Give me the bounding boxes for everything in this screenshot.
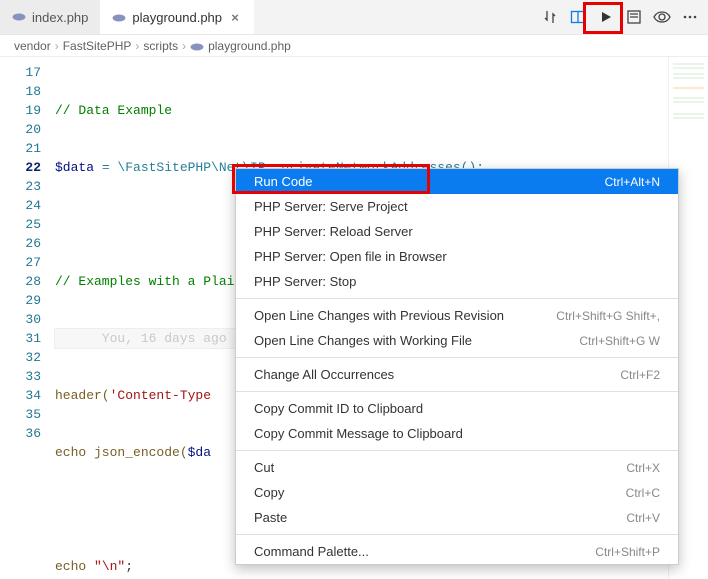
line-number: 17: [0, 63, 41, 82]
open-preview-button[interactable]: [622, 5, 646, 29]
menu-item-label: PHP Server: Stop: [254, 274, 356, 289]
menu-item[interactable]: Command Palette... Ctrl+Shift+P: [236, 539, 678, 564]
menu-item[interactable]: Open Line Changes with Working File Ctrl+…: [236, 328, 678, 353]
menu-item[interactable]: Cut Ctrl+X: [236, 455, 678, 480]
menu-item-label: Open Line Changes with Previous Revision: [254, 308, 504, 323]
compare-changes-button[interactable]: [538, 5, 562, 29]
tab-playground-php[interactable]: playground.php ×: [100, 0, 254, 34]
code-text: $da: [188, 445, 211, 460]
code-text: "\n": [94, 559, 125, 574]
menu-separator: [236, 450, 678, 451]
menu-item-shortcut: Ctrl+X: [626, 461, 660, 475]
line-number: 27: [0, 253, 41, 272]
toggle-layout-button[interactable]: [650, 5, 674, 29]
menu-item-label: PHP Server: Serve Project: [254, 199, 408, 214]
code-text: header(: [55, 388, 110, 403]
chevron-right-icon: ›: [135, 39, 139, 53]
line-number: 23: [0, 177, 41, 196]
tab-bar: index.php playground.php ×: [0, 0, 708, 35]
menu-separator: [236, 357, 678, 358]
editor-toolbar: [532, 0, 708, 34]
menu-item-label: Command Palette...: [254, 544, 369, 559]
close-icon[interactable]: ×: [228, 10, 242, 25]
line-number: 28: [0, 272, 41, 291]
tab-label: index.php: [32, 10, 88, 25]
code-text: echo json_encode(: [55, 445, 188, 460]
menu-item[interactable]: PHP Server: Serve Project: [236, 194, 678, 219]
context-menu: Run Code Ctrl+Alt+N PHP Server: Serve Proj…: [235, 168, 679, 565]
breadcrumb-item[interactable]: playground.php: [208, 39, 291, 53]
line-number: 18: [0, 82, 41, 101]
menu-item-label: Paste: [254, 510, 287, 525]
tab-label: playground.php: [132, 10, 222, 25]
menu-separator: [236, 391, 678, 392]
line-number: 29: [0, 291, 41, 310]
menu-item[interactable]: Run Code Ctrl+Alt+N: [236, 169, 678, 194]
php-file-icon: [12, 10, 26, 24]
breadcrumb-item[interactable]: vendor: [14, 39, 51, 53]
menu-item-label: Change All Occurrences: [254, 367, 394, 382]
line-number: 22: [0, 158, 41, 177]
menu-item[interactable]: Open Line Changes with Previous Revision…: [236, 303, 678, 328]
menu-item-shortcut: Ctrl+C: [626, 486, 660, 500]
line-number: 35: [0, 405, 41, 424]
menu-item-label: Run Code: [254, 174, 313, 189]
split-editor-button[interactable]: [566, 5, 590, 29]
line-number: 34: [0, 386, 41, 405]
menu-item[interactable]: Copy Ctrl+C: [236, 480, 678, 505]
menu-item-shortcut: Ctrl+Alt+N: [605, 175, 660, 189]
php-file-icon: [112, 11, 126, 25]
line-number: 20: [0, 120, 41, 139]
menu-item-shortcut: Ctrl+Shift+P: [595, 545, 660, 559]
menu-item[interactable]: Copy Commit ID to Clipboard: [236, 396, 678, 421]
menu-item-label: PHP Server: Reload Server: [254, 224, 413, 239]
menu-item-label: Open Line Changes with Working File: [254, 333, 472, 348]
run-button[interactable]: [594, 5, 618, 29]
menu-item[interactable]: Copy Commit Message to Clipboard: [236, 421, 678, 446]
menu-item-shortcut: Ctrl+Shift+G Shift+,: [556, 309, 660, 323]
menu-item[interactable]: PHP Server: Reload Server: [236, 219, 678, 244]
line-number: 19: [0, 101, 41, 120]
line-number: 24: [0, 196, 41, 215]
line-number-gutter: 1718192021222324252627282930313233343536: [0, 57, 55, 579]
line-number: 26: [0, 234, 41, 253]
php-file-icon: [190, 39, 204, 53]
menu-item-shortcut: Ctrl+F2: [620, 368, 660, 382]
more-actions-button[interactable]: [678, 5, 702, 29]
breadcrumb[interactable]: vendor › FastSitePHP › scripts › playgro…: [0, 35, 708, 57]
menu-item-label: Copy: [254, 485, 284, 500]
chevron-right-icon: ›: [182, 39, 186, 53]
code-text: 'Content-Type: [110, 388, 211, 403]
chevron-right-icon: ›: [55, 39, 59, 53]
line-number: 21: [0, 139, 41, 158]
menu-item-shortcut: Ctrl+V: [626, 511, 660, 525]
line-number: 33: [0, 367, 41, 386]
line-number: 36: [0, 424, 41, 443]
line-number: 31: [0, 329, 41, 348]
menu-item[interactable]: PHP Server: Stop: [236, 269, 678, 294]
menu-item-shortcut: Ctrl+Shift+G W: [579, 334, 660, 348]
breadcrumb-item[interactable]: scripts: [143, 39, 178, 53]
menu-item[interactable]: Change All Occurrences Ctrl+F2: [236, 362, 678, 387]
menu-separator: [236, 298, 678, 299]
line-number: 30: [0, 310, 41, 329]
menu-item-label: Copy Commit ID to Clipboard: [254, 401, 423, 416]
line-number: 25: [0, 215, 41, 234]
code-text: echo: [55, 559, 94, 574]
tab-index-php[interactable]: index.php: [0, 0, 100, 34]
code-text: $data: [55, 160, 94, 175]
menu-item[interactable]: PHP Server: Open file in Browser: [236, 244, 678, 269]
line-number: 32: [0, 348, 41, 367]
code-text: // Data Example: [55, 103, 172, 118]
menu-item-label: Copy Commit Message to Clipboard: [254, 426, 463, 441]
menu-item-label: PHP Server: Open file in Browser: [254, 249, 447, 264]
menu-item-label: Cut: [254, 460, 274, 475]
menu-item[interactable]: Paste Ctrl+V: [236, 505, 678, 530]
breadcrumb-item[interactable]: FastSitePHP: [63, 39, 132, 53]
menu-separator: [236, 534, 678, 535]
